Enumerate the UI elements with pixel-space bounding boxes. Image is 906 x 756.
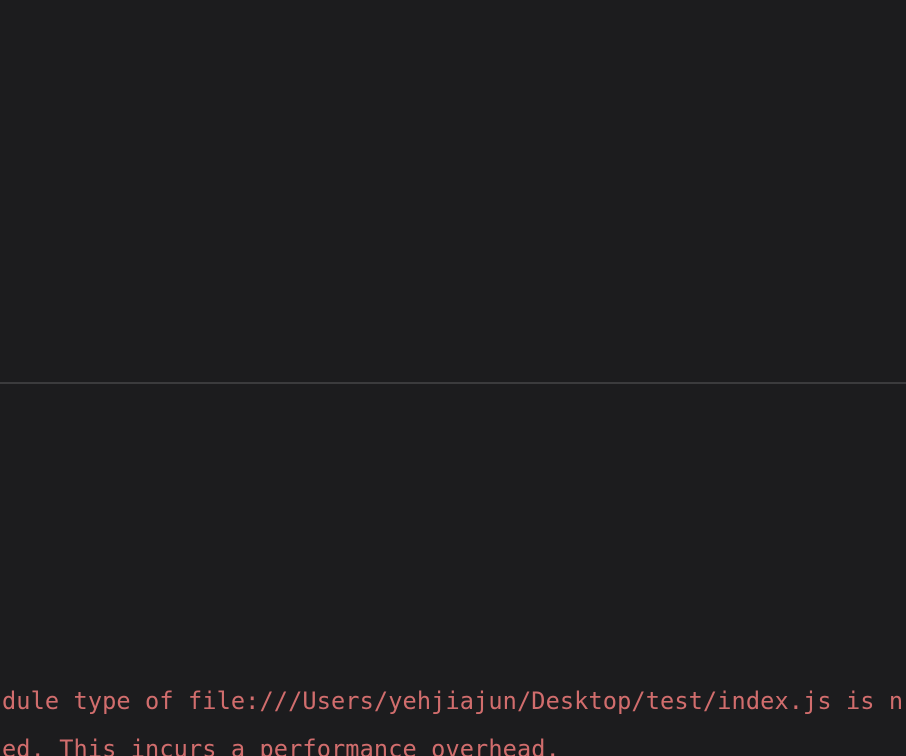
upper-pane [0,0,906,382]
terminal-error-line: ed. This incurs a performance overhead. [2,738,560,756]
terminal-error-line: dule type of file:///Users/yehjiajun/Des… [2,690,903,714]
terminal-pane[interactable]: dule type of file:///Users/yehjiajun/Des… [0,384,906,756]
app-window: dule type of file:///Users/yehjiajun/Des… [0,0,906,756]
